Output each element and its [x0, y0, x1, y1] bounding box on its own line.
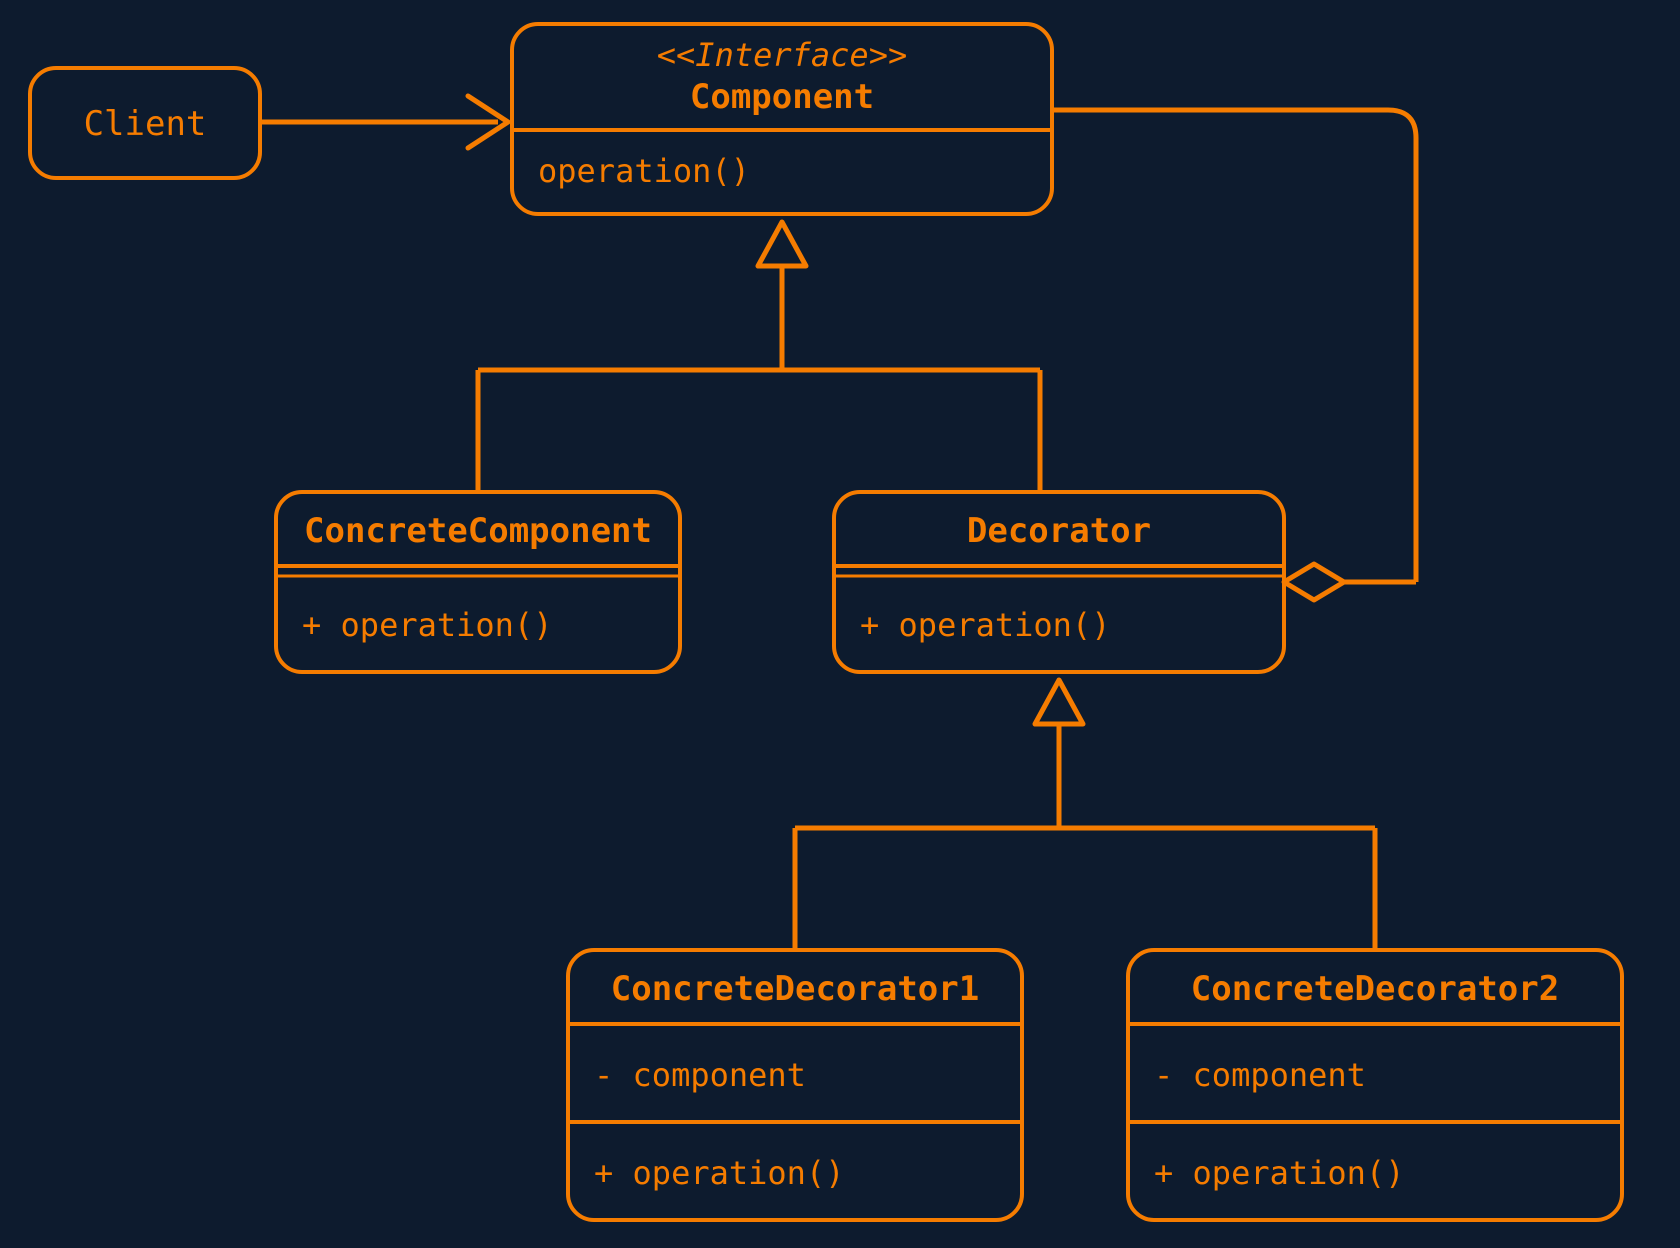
client-label: Client	[84, 104, 207, 144]
decorator-uml-diagram: Client <<Interface>> Component operation…	[0, 0, 1680, 1248]
arrow-client-to-component	[260, 96, 508, 148]
concrete-decorator-2-box: ConcreteDecorator2 - component + operati…	[1128, 950, 1622, 1220]
concrete-decorator-1-name: ConcreteDecorator1	[611, 969, 979, 1009]
arrow-children-to-decorator	[795, 680, 1375, 950]
concrete-decorator-1-box: ConcreteDecorator1 - component + operati…	[568, 950, 1022, 1220]
concrete-component-operation: + operation()	[302, 606, 552, 644]
concrete-decorator-1-field: - component	[594, 1056, 806, 1094]
concrete-decorator-2-name: ConcreteDecorator2	[1191, 969, 1559, 1009]
component-operation: operation()	[538, 152, 750, 190]
client-box: Client	[30, 68, 260, 178]
concrete-component-box: ConcreteComponent + operation()	[276, 492, 680, 672]
concrete-decorator-2-field: - component	[1154, 1056, 1366, 1094]
component-name: Component	[690, 77, 874, 117]
decorator-operation: + operation()	[860, 606, 1110, 644]
arrow-children-to-component	[478, 222, 1040, 492]
component-interface-box: <<Interface>> Component operation()	[512, 24, 1052, 214]
component-stereotype: <<Interface>>	[657, 36, 907, 74]
concrete-decorator-2-operation: + operation()	[1154, 1154, 1404, 1192]
decorator-name: Decorator	[967, 511, 1151, 551]
concrete-decorator-1-operation: + operation()	[594, 1154, 844, 1192]
concrete-component-name: ConcreteComponent	[304, 511, 652, 551]
decorator-box: Decorator + operation()	[834, 492, 1284, 672]
